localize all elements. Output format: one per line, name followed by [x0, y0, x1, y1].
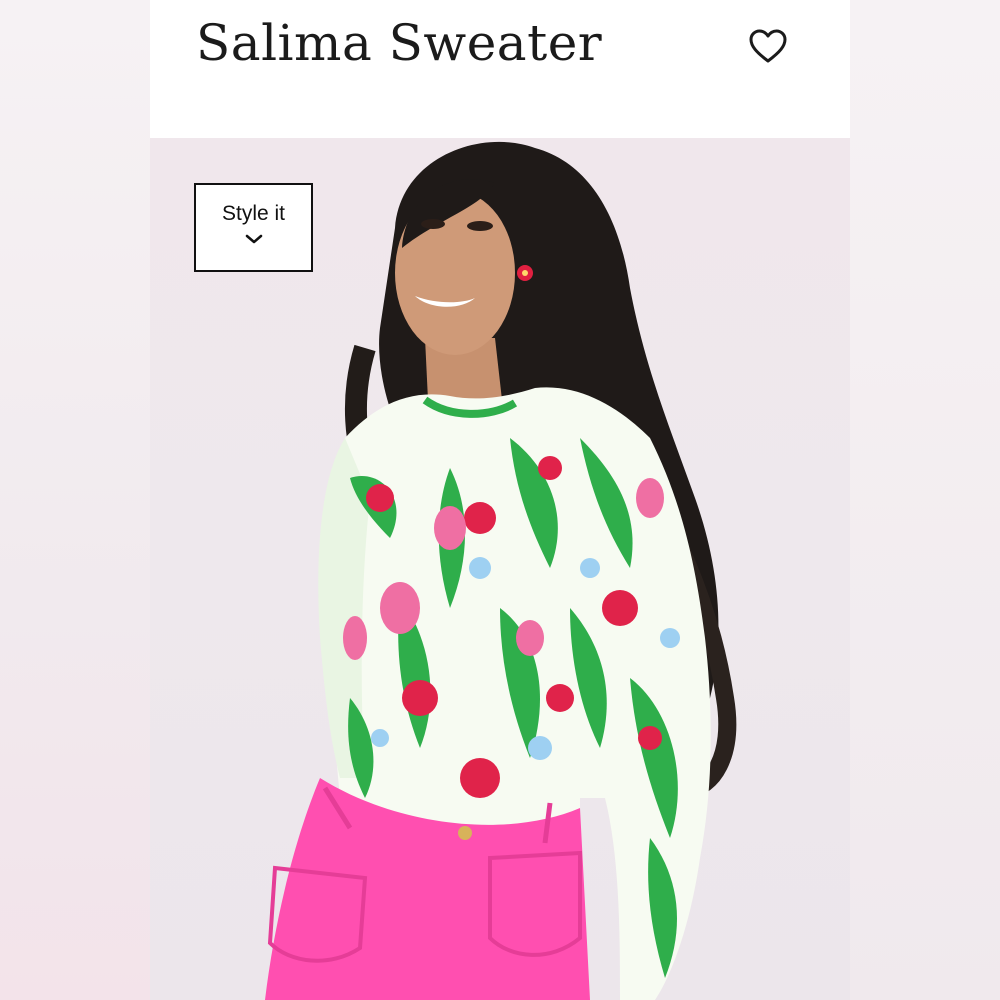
pants-button: [458, 826, 472, 840]
right-backdrop: [850, 0, 1000, 1000]
product-photo: Style it: [150, 138, 850, 1000]
favorite-button[interactable]: [746, 25, 790, 69]
product-title: Salima Sweater: [196, 14, 603, 72]
left-backdrop: [0, 0, 150, 1000]
style-it-button[interactable]: Style it: [194, 183, 313, 272]
product-header: Salima Sweater: [150, 0, 850, 138]
style-it-label: Style it: [221, 202, 286, 225]
heart-outline-icon: [749, 29, 787, 63]
product-card: Salima Sweater Style it: [150, 0, 850, 1000]
chevron-down-icon: [245, 234, 262, 244]
